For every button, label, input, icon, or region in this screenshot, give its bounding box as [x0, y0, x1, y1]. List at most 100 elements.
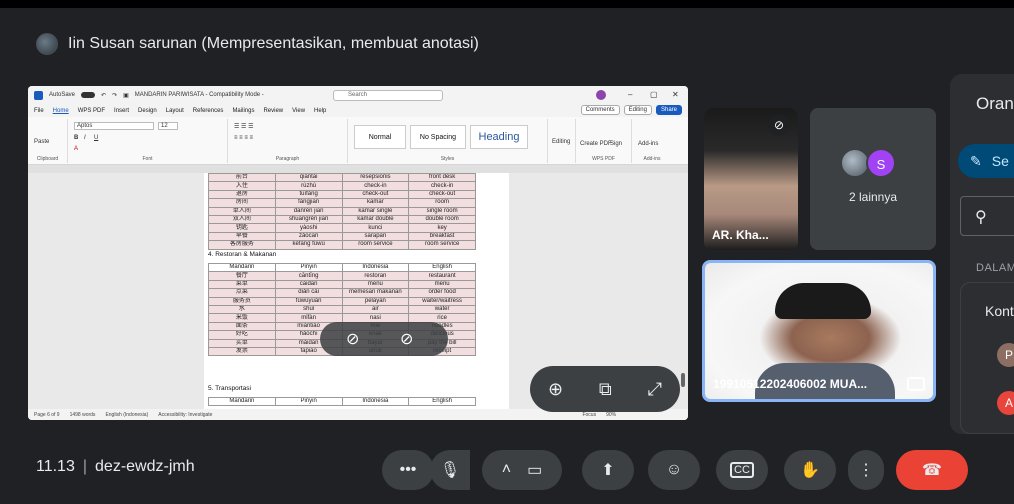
paste-button[interactable]: Paste: [34, 139, 49, 145]
style-normal[interactable]: Normal: [354, 125, 406, 149]
autosave-toggle[interactable]: [81, 92, 96, 98]
menu-references[interactable]: References: [193, 108, 224, 114]
editing-button[interactable]: Editing: [623, 105, 652, 115]
scroll-thumb[interactable]: [681, 373, 685, 387]
redo-icon[interactable]: ↷: [112, 92, 117, 99]
menu-mailings[interactable]: Mailings: [232, 108, 254, 114]
table-cell: air: [341, 304, 410, 315]
captions-button[interactable]: CC: [716, 450, 768, 490]
raise-hand-button[interactable]: ✋: [784, 450, 836, 490]
table-cell: double room: [408, 214, 476, 225]
table-header-row: Mandarin Pinyin Indonesia English: [208, 262, 476, 273]
table-cell: shuāngrén jiān: [274, 214, 343, 225]
add-people-button[interactable]: ✎ Se: [958, 144, 1014, 178]
table-cell: check-out: [341, 189, 410, 200]
table-row: 点菜 diǎn cài memesan makanan order food: [208, 288, 476, 298]
camera-control[interactable]: ˄ ▭: [482, 450, 562, 490]
mic-icon: 🎙: [439, 462, 461, 479]
person-add-icon: ✎: [970, 152, 982, 169]
table-cell: room service: [408, 240, 476, 250]
sign-button[interactable]: Sign: [610, 141, 622, 147]
addins-button[interactable]: Add-ins: [638, 141, 658, 147]
table-cell: kèfáng fúwù: [274, 240, 343, 250]
align-icon[interactable]: ≡ ≡ ≡ ≡: [234, 135, 253, 141]
clipboard-group: Paste Clipboard: [28, 119, 68, 163]
table-cell: nasi: [341, 313, 410, 323]
participant-tile-2[interactable]: 199105122024060​02 MUA...: [702, 260, 936, 402]
document-scrollbar[interactable]: [681, 273, 685, 420]
table-cell: restoran: [341, 271, 410, 281]
table-cell: check-out: [408, 189, 476, 200]
more-options-button[interactable]: •••: [382, 450, 434, 490]
underline-button[interactable]: U: [94, 135, 98, 141]
table-cell: kamar single: [341, 206, 410, 216]
menu-help[interactable]: Help: [314, 108, 326, 114]
table-cell: single room: [408, 206, 476, 216]
section-heading-4: 4. Restoran & Makanan: [208, 251, 277, 258]
word-account-avatar[interactable]: [596, 90, 606, 100]
meet-window: Iin Susan sarunan (Mempresentasikan, mem…: [0, 0, 1014, 504]
search-icon: ⚲: [975, 209, 987, 226]
bold-button[interactable]: B: [74, 135, 78, 141]
editing-ribbon-button[interactable]: Editing: [552, 139, 570, 145]
fullscreen-icon[interactable]: ⤢: [648, 379, 662, 400]
bullets-icon[interactable]: ☰ ☰ ☰: [234, 123, 253, 130]
font-size-field[interactable]: 12: [158, 122, 178, 130]
minimize-icon[interactable]: –: [628, 90, 632, 99]
style-no-spacing[interactable]: No Spacing: [410, 125, 466, 149]
word-ribbon: Paste Clipboard Aptos 12 B I U A Font ☰ …: [28, 117, 688, 165]
menu-insert[interactable]: Insert: [114, 108, 129, 114]
save-icon[interactable]: ▣: [123, 92, 129, 99]
camera-icon[interactable]: ▭: [527, 460, 542, 480]
word-search-input[interactable]: Search: [333, 90, 443, 101]
italic-button[interactable]: I: [84, 135, 86, 141]
focus-button[interactable]: Focus: [582, 412, 596, 418]
table-header-cell: Mandarin: [208, 262, 276, 273]
close-icon[interactable]: ✕: [672, 90, 679, 99]
presenter-label: Iin Susan sarunan (Mempresentasikan, mem…: [68, 35, 479, 52]
menu-design[interactable]: Design: [138, 108, 157, 114]
undo-icon[interactable]: ↶: [101, 92, 106, 99]
font-name-field[interactable]: Aptos: [74, 122, 154, 130]
style-heading[interactable]: Heading: [470, 125, 528, 149]
comments-button[interactable]: Comments: [580, 105, 620, 115]
clipboard-label: Clipboard: [36, 156, 59, 162]
table-header-cell: Pinyin: [274, 262, 343, 273]
maximize-icon[interactable]: ▢: [650, 90, 658, 99]
share-controls: ⊕ ⧉ ⤢: [530, 366, 680, 412]
participant-hair: [775, 283, 871, 319]
menu-layout[interactable]: Layout: [166, 108, 184, 114]
mic-button[interactable]: 🎙: [430, 450, 470, 490]
avatar: A: [997, 391, 1014, 415]
table-cell: 单人间: [208, 206, 276, 216]
menu-file[interactable]: File: [34, 108, 44, 114]
table-cell: rice: [408, 313, 476, 323]
share-button[interactable]: Share: [655, 105, 682, 115]
accessibility[interactable]: Accessibility: Investigate: [158, 412, 212, 418]
more-vert-button[interactable]: ⋮: [848, 450, 884, 490]
menu-review[interactable]: Review: [263, 108, 283, 114]
table-cell: check-in: [408, 181, 476, 191]
others-tile[interactable]: S 2 lainnya: [810, 108, 936, 250]
present-button[interactable]: ⬆: [582, 450, 634, 490]
participant-tile-1[interactable]: ⊘ AR. Kha...: [704, 108, 798, 250]
present-screen-icon: ⬆: [601, 462, 615, 479]
others-count-label: 2 lainnya: [848, 190, 898, 204]
open-in-new-icon[interactable]: ⧉: [599, 379, 612, 400]
menu-view[interactable]: View: [292, 108, 305, 114]
pip-icon[interactable]: [907, 377, 925, 391]
zoom-in-icon[interactable]: ⊕: [548, 379, 563, 400]
menu-wps-pdf[interactable]: WPS PDF: [78, 108, 105, 114]
table-cell: sarapan: [341, 231, 410, 242]
create-pdf-button[interactable]: Create PDF: [580, 141, 612, 147]
add-people-label: Se: [991, 153, 1009, 169]
leave-call-button[interactable]: ☎: [896, 450, 968, 490]
table-cell: room service: [341, 240, 410, 250]
reactions-button[interactable]: ☺: [648, 450, 700, 490]
styles-group: Normal No Spacing Heading Styles: [348, 119, 548, 163]
chevron-up-icon[interactable]: ˄: [502, 461, 511, 479]
menu-home[interactable]: Home: [53, 108, 69, 114]
people-search-input[interactable]: ⚲: [960, 196, 1014, 236]
font-label: Font: [142, 156, 153, 162]
font-color-button[interactable]: A: [74, 146, 78, 152]
